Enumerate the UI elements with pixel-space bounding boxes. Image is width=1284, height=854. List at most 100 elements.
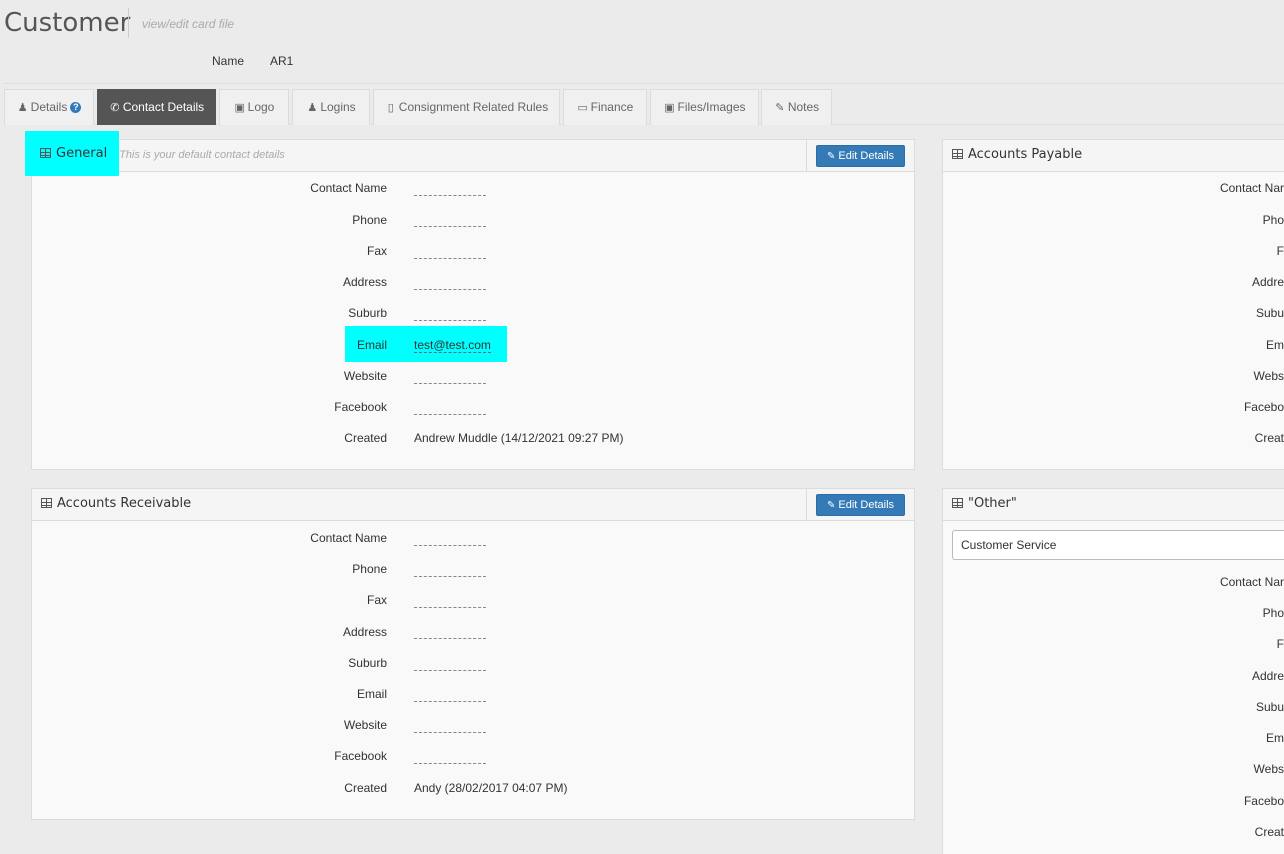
address-value[interactable] (414, 289, 486, 290)
field-label-email: Email (356, 687, 387, 701)
tab-bar: ♟ Details? ✆ Contact Details ▣ Logo ♟ Logins… (4, 89, 1284, 125)
tab-logo[interactable]: ▣ Logo (219, 89, 289, 125)
header-divider (806, 140, 807, 171)
field-label-contact-name: Contact Nar (1219, 575, 1284, 589)
panel-title-text: Accounts Receivable (57, 496, 192, 511)
help-icon[interactable]: ? (70, 102, 82, 114)
field-label-created: Created (344, 781, 387, 795)
header-divider (806, 489, 807, 520)
title-divider (128, 8, 129, 38)
website-value[interactable] (414, 383, 486, 384)
facebook-value[interactable] (414, 763, 486, 764)
created-value: Andrew Muddle (14/12/2021 09:27 PM) (414, 431, 624, 445)
name-value: AR1 (270, 54, 294, 68)
tab-notes[interactable]: ✎ Notes (761, 89, 832, 125)
file-image-icon: ▣ (664, 102, 675, 114)
panel-description: - This is your default contact details (112, 149, 285, 161)
field-label-facebook: Facebook (334, 749, 387, 763)
tab-label: Notes (787, 100, 820, 114)
edit-details-button[interactable]: ✎ Edit Details (816, 145, 905, 167)
field-label-contact-name: Contact Name (310, 531, 387, 545)
field-label-facebook: Facebook (334, 400, 387, 414)
contact-name-value[interactable] (414, 545, 486, 546)
table-icon (952, 149, 963, 159)
tab-label: Details (30, 100, 68, 114)
user-icon: ♟ (17, 102, 28, 114)
fax-value[interactable] (414, 258, 486, 259)
suburb-value[interactable] (414, 670, 486, 671)
table-icon (952, 498, 963, 508)
button-label: Edit Details (838, 499, 895, 511)
users-icon: ♟ (307, 102, 318, 114)
field-label-fax: F (1276, 244, 1284, 258)
folder-open-icon: ▭ (577, 102, 588, 114)
email-value[interactable]: test@test.com (414, 338, 491, 353)
general-panel: General - This is your default contact d… (31, 139, 915, 470)
panel-header: General - This is your default contact d… (32, 140, 914, 172)
email-value[interactable] (414, 701, 486, 702)
panel-title-text: Accounts Payable (968, 147, 1083, 162)
tab-label: Consignment Related Rules (398, 100, 549, 114)
header-divider (4, 83, 1284, 84)
edit-details-button[interactable]: ✎ Edit Details (816, 494, 905, 516)
file-icon: ▯ (387, 102, 394, 114)
tab-label: Files/Images (677, 100, 746, 114)
panel-title-text: "Other" (968, 496, 1017, 511)
field-label-address: Address (342, 275, 387, 289)
tab-contact-details[interactable]: ✆ Contact Details (97, 89, 216, 125)
tab-files-images[interactable]: ▣ Files/Images (650, 89, 759, 125)
phone-icon: ✆ (110, 102, 120, 114)
field-label-fax: F (1276, 637, 1284, 651)
tab-details[interactable]: ♟ Details? (4, 89, 94, 125)
suburb-value[interactable] (414, 320, 486, 321)
field-label-website: Website (343, 718, 387, 732)
tab-label: Logo (247, 100, 275, 114)
field-label-suburb: Subu (1255, 700, 1284, 714)
field-label-created: Creat (1254, 431, 1284, 445)
image-icon: ▣ (234, 102, 245, 114)
edit-icon: ✎ (826, 500, 836, 511)
phone-value[interactable] (414, 226, 486, 227)
field-label-website: Website (343, 369, 387, 383)
tab-consignment-related-rules[interactable]: ▯ Consignment Related Rules (373, 89, 560, 125)
accounts-receivable-panel: Accounts Receivable ✎ Edit Details (31, 488, 915, 820)
pencil-icon: ✎ (775, 102, 785, 114)
panel-title-text: General (56, 146, 108, 161)
tab-label: Logins (320, 100, 356, 114)
page-subtitle: view/edit card file (142, 17, 235, 31)
tab-logins[interactable]: ♟ Logins (292, 89, 370, 125)
website-value[interactable] (414, 732, 486, 733)
field-label-address: Addre (1251, 669, 1284, 683)
facebook-value[interactable] (414, 414, 486, 415)
fax-value[interactable] (414, 607, 486, 608)
phone-value[interactable] (414, 576, 486, 577)
field-label-address: Addre (1251, 275, 1284, 289)
field-label-phone: Phone (352, 562, 387, 576)
field-label-website: Webs (1253, 762, 1284, 776)
field-label-fax: Fax (366, 244, 387, 258)
field-label-phone: Phone (352, 213, 387, 227)
table-icon (41, 498, 52, 508)
general-title-overlay: General (40, 146, 107, 161)
field-label-contact-name: Contact Nar (1219, 181, 1284, 195)
created-value: Andy (28/02/2017 04:07 PM) (414, 781, 568, 795)
field-label-fax: Fax (366, 593, 387, 607)
tab-finance[interactable]: ▭ Finance (563, 89, 647, 125)
field-label-phone: Pho (1262, 606, 1284, 620)
field-label-phone: Pho (1262, 213, 1284, 227)
panel-title: "Other" (952, 496, 1017, 511)
tab-label: Contact Details (122, 100, 205, 114)
field-label-suburb: Suburb (348, 306, 387, 320)
contact-type-select[interactable]: Customer Service (952, 530, 1284, 560)
address-value[interactable] (414, 638, 486, 639)
field-label-facebook: Facebo (1243, 794, 1284, 808)
contact-name-value[interactable] (414, 195, 486, 196)
panel-header: "Other" (943, 489, 1284, 521)
panel-title: Accounts Receivable (41, 496, 191, 511)
edit-icon: ✎ (826, 151, 836, 162)
page-title: Customer (4, 8, 131, 38)
field-label-email: Email (356, 338, 387, 352)
field-label-website: Webs (1253, 369, 1284, 383)
table-icon (40, 148, 51, 158)
panel-header: Accounts Payable (943, 140, 1284, 172)
